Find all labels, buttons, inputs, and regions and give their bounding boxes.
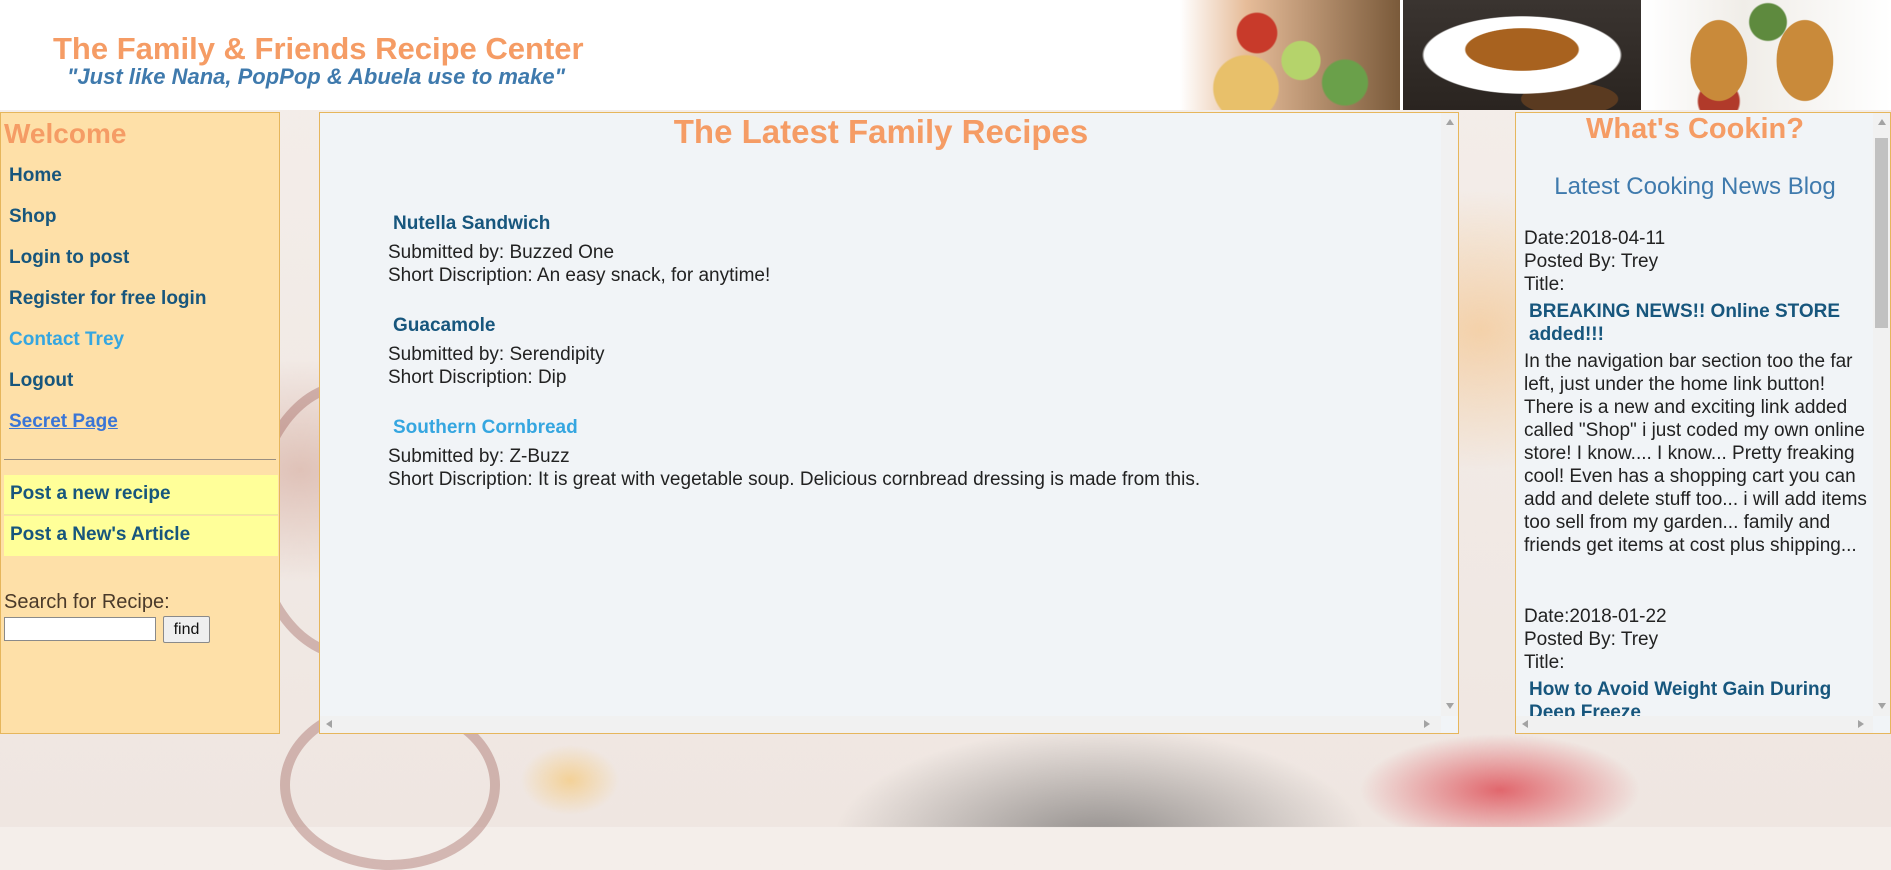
- blog-post-author: Posted By: Trey: [1524, 629, 1659, 650]
- nav-divider: [4, 459, 276, 460]
- recipe-description: Short Discription: It is great with vege…: [388, 469, 1201, 490]
- blog-post-body: In the navigation bar section too the fa…: [1524, 351, 1867, 556]
- scroll-left-arrow-icon[interactable]: [326, 720, 332, 728]
- scroll-down-arrow-icon[interactable]: [1878, 703, 1886, 709]
- site-header: The Family & Friends Recipe Center "Just…: [0, 0, 1891, 110]
- site-title: The Family & Friends Recipe Center: [53, 31, 584, 66]
- recipe-description: Short Discription: An easy snack, for an…: [388, 265, 771, 286]
- blog-post: Date:2018-01-22 Posted By: Trey Title: H…: [1524, 605, 1874, 728]
- latest-recipes-heading: The Latest Family Recipes: [673, 113, 1089, 150]
- recipe-entry: Guacamole Submitted by: Serendipity Shor…: [388, 315, 605, 389]
- recipe-link[interactable]: Guacamole: [393, 315, 605, 337]
- scroll-up-arrow-icon[interactable]: [1446, 119, 1454, 125]
- scroll-down-arrow-icon[interactable]: [1446, 703, 1454, 709]
- blog-subheading: Latest Cooking News Blog: [1554, 173, 1836, 200]
- nav-logout[interactable]: Logout: [9, 370, 73, 392]
- header-food-photo-soup: [1403, 0, 1641, 110]
- blog-post-date: Date:2018-01-22: [1524, 606, 1667, 627]
- recipe-submitter: Submitted by: Z-Buzz: [388, 446, 570, 467]
- blog-panel: What's Cookin? Latest Cooking News Blog …: [1515, 112, 1891, 734]
- blog-post-author: Posted By: Trey: [1524, 251, 1659, 272]
- nav-home[interactable]: Home: [9, 165, 62, 187]
- blog-post-date: Date:2018-04-11: [1524, 228, 1666, 249]
- main-horizontal-scrollbar[interactable]: [320, 716, 1441, 733]
- nav-login[interactable]: Login to post: [9, 247, 129, 269]
- nav-secret-page[interactable]: Secret Page: [9, 411, 118, 433]
- post-new-recipe-link[interactable]: Post a new recipe: [4, 475, 278, 515]
- recipe-link[interactable]: Southern Cornbread: [393, 417, 1200, 439]
- blog-post: Date:2018-04-11 Posted By: Trey Title: B…: [1524, 227, 1874, 557]
- search-label: Search for Recipe:: [4, 591, 170, 613]
- post-news-article-link[interactable]: Post a New's Article: [4, 516, 278, 556]
- find-button[interactable]: find: [163, 616, 210, 643]
- blog-horizontal-scrollbar[interactable]: [1516, 716, 1873, 733]
- header-food-photo-pastry: [1645, 0, 1891, 110]
- blog-vertical-scrollbar[interactable]: [1873, 113, 1890, 716]
- recipe-entry: Nutella Sandwich Submitted by: Buzzed On…: [388, 213, 770, 287]
- nav-contact[interactable]: Contact Trey: [9, 329, 124, 351]
- blog-post-title-link[interactable]: BREAKING NEWS!! Online STORE added!!!: [1529, 300, 1874, 346]
- scroll-right-arrow-icon[interactable]: [1424, 720, 1430, 728]
- recipe-description: Short Discription: Dip: [388, 367, 567, 388]
- sidebar: Welcome Home Shop Login to post Register…: [0, 112, 280, 734]
- recipe-submitter: Submitted by: Buzzed One: [388, 242, 615, 263]
- scroll-left-arrow-icon[interactable]: [1522, 720, 1528, 728]
- scrollbar-thumb[interactable]: [1875, 138, 1888, 328]
- latest-recipes-panel: The Latest Family Recipes Nutella Sandwi…: [319, 112, 1459, 734]
- scroll-up-arrow-icon[interactable]: [1878, 119, 1886, 125]
- nav-register[interactable]: Register for free login: [9, 288, 206, 310]
- blog-post-title-label: Title:: [1524, 274, 1565, 295]
- scroll-right-arrow-icon[interactable]: [1858, 720, 1864, 728]
- site-tagline: "Just like Nana, PopPop & Abuela use to …: [67, 64, 566, 89]
- main-vertical-scrollbar[interactable]: [1441, 113, 1458, 716]
- blog-post-title-label: Title:: [1524, 652, 1565, 673]
- nav-shop[interactable]: Shop: [9, 206, 57, 228]
- header-food-photo-salad: [1180, 0, 1400, 110]
- recipe-entry: Southern Cornbread Submitted by: Z-Buzz …: [388, 417, 1200, 491]
- blog-panel-heading: What's Cookin?: [1586, 113, 1804, 145]
- recipe-link[interactable]: Nutella Sandwich: [393, 213, 770, 235]
- recipe-search-input[interactable]: [4, 617, 156, 641]
- sidebar-heading: Welcome: [4, 118, 127, 149]
- recipe-submitter: Submitted by: Serendipity: [388, 344, 605, 365]
